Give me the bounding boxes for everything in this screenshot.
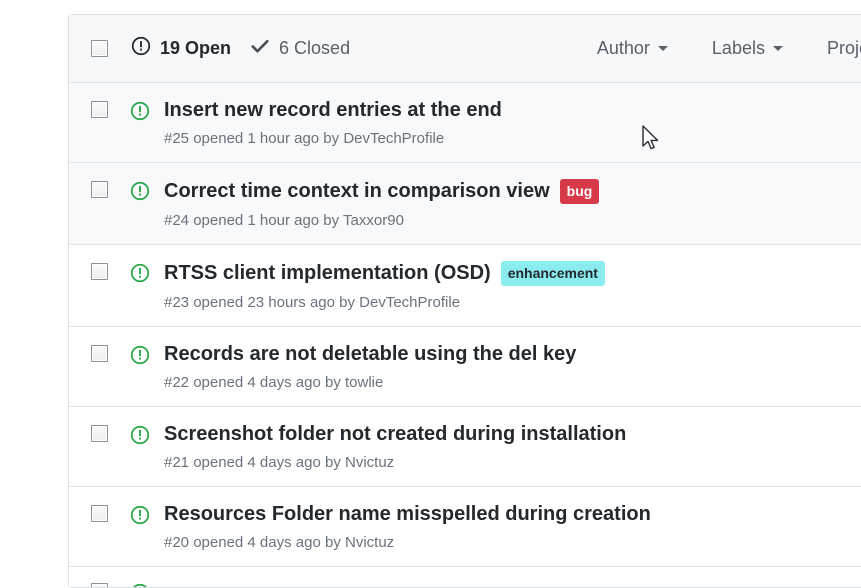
issue-select-checkbox[interactable] [91,583,108,587]
issue-meta: #23 opened 23 hours ago by DevTechProfil… [164,294,461,311]
issue-label-badge[interactable]: bug [559,179,600,204]
table-row[interactable]: Records are not deletable using the del … [69,327,861,407]
projects-filter-label: Proje [826,38,861,58]
issue-title-link[interactable]: Resources Folder name misspelled during … [164,503,651,526]
toolbar-left: 19 Open 6 Closed [91,36,350,61]
labels-filter-dropdown[interactable]: Labels [712,38,783,59]
issue-opened-icon [130,425,150,445]
table-row[interactable]: Correct time context in comparison view … [69,163,861,245]
issue-meta: #24 opened 1 hour ago by Taxxor90 [164,212,404,229]
issue-title-line: Correct time context in comparison view … [164,179,600,204]
open-issues-filter[interactable]: 19 Open [131,36,231,61]
issue-opened-icon [130,583,150,587]
issue-meta: #22 opened 4 days ago by towlie [164,374,384,391]
issue-content: Records are not deletable using the del … [164,343,576,391]
issue-opened-icon [130,505,150,525]
issue-content: Correct time context in comparison view … [164,179,600,229]
issue-meta: #20 opened 4 days ago by Nvictuz [164,534,395,551]
issue-opened-icon [130,263,150,283]
author-filter-dropdown[interactable]: Author [597,38,668,59]
issue-select-checkbox[interactable] [91,263,108,280]
issue-opened-icon [130,181,150,201]
issue-meta: #25 opened 1 hour ago by DevTechProfile [164,130,445,147]
issue-content: Screenshot folder not created during ins… [164,423,626,471]
select-all-checkbox[interactable] [91,40,108,57]
page-root: 19 Open 6 Closed Author Labels Proj Inse… [0,0,861,588]
table-row[interactable]: Screenshot folder not created during ins… [69,407,861,487]
issue-title-link[interactable]: Screenshot folder not created during ins… [164,423,626,446]
labels-filter-label: Labels [711,38,765,58]
chevron-down-icon [657,46,668,51]
check-icon [250,36,270,61]
issues-list-container: 19 Open 6 Closed Author Labels Proj Inse… [68,14,861,588]
table-row[interactable]: RTSS client implementation (OSD) enhance… [69,245,861,327]
issue-label-badge[interactable]: enhancement [500,261,605,286]
issue-count-group: 19 Open 6 Closed [131,36,350,61]
issue-title-line: Records are not deletable using the del … [164,343,576,366]
issue-select-checkbox[interactable] [91,101,108,118]
issue-title-link[interactable]: Correct time context in comparison view [164,180,550,203]
issue-opened-icon [130,345,150,365]
issue-select-checkbox[interactable] [91,181,108,198]
issue-select-checkbox[interactable] [91,505,108,522]
table-row[interactable]: Insert new record entries at the end #25… [69,83,861,163]
issue-title-link[interactable]: Insert new record entries at the end [164,99,502,122]
issue-title-line: Insert new record entries at the end [164,99,502,122]
issue-content: Insert new record entries at the end #25… [164,99,502,147]
toolbar-filters: Author Labels Proje [597,38,861,59]
closed-issues-filter[interactable]: 6 Closed [250,36,350,61]
issues-toolbar: 19 Open 6 Closed Author Labels Proj [69,15,861,83]
chevron-down-icon [772,46,783,51]
issue-opened-icon [130,101,150,121]
issue-title-line: Resources Folder name misspelled during … [164,503,651,526]
closed-issues-count-label: 6 Closed [279,38,351,58]
issue-title-link[interactable]: RTSS client implementation (OSD) [164,262,491,285]
issue-title-link[interactable]: Records are not deletable using the del … [164,343,576,366]
projects-filter-dropdown[interactable]: Proje [827,38,861,59]
table-row[interactable] [69,567,861,587]
author-filter-label: Author [596,38,650,58]
issue-select-checkbox[interactable] [91,425,108,442]
table-row[interactable]: Resources Folder name misspelled during … [69,487,861,567]
issue-content: Resources Folder name misspelled during … [164,503,651,551]
issue-title-line: RTSS client implementation (OSD) enhance… [164,261,605,286]
issue-select-checkbox[interactable] [91,345,108,362]
issue-meta: #21 opened 4 days ago by Nvictuz [164,454,395,471]
open-issues-count-label: 19 Open [160,38,232,58]
issue-content: RTSS client implementation (OSD) enhance… [164,261,605,311]
issue-opened-icon [131,36,151,61]
issue-title-line: Screenshot folder not created during ins… [164,423,626,446]
